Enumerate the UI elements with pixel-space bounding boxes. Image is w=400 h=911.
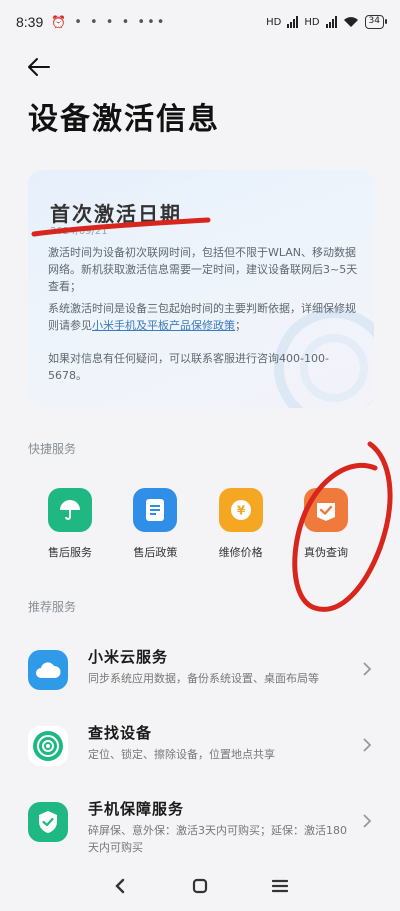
activation-info-card: 首次激活日期 2024/09/21 激活时间为设备初次联网时间，包括但不限于WL…	[28, 170, 374, 408]
after-sales-policy-button[interactable]: 售后政策	[125, 488, 185, 568]
svg-text:¥: ¥	[236, 504, 245, 518]
status-time: 8:39	[16, 14, 44, 30]
signal-icon-2	[325, 16, 337, 28]
list-item-desc: 定位、锁定、擦除设备，位置地点共享	[88, 748, 275, 761]
alarm-icon: ⏰	[51, 15, 67, 29]
document-icon	[133, 488, 178, 532]
network-label-1: HD	[266, 16, 282, 28]
quick-services-label: 快捷服务	[28, 442, 77, 456]
find-device-item[interactable]: 查找设备 定位、锁定、擦除设备，位置地点共享	[0, 716, 400, 784]
battery-icon: 34	[364, 15, 388, 29]
activation-note-3: 如果对信息有任何疑问，可以联系客服进行咨询400-100-5678。	[48, 352, 329, 382]
status-left: 8:39 ⏰ • • • • •••	[16, 14, 166, 30]
chevron-right-icon	[363, 738, 372, 752]
notification-dots: • • • • •••	[74, 14, 167, 30]
nav-home-button[interactable]	[188, 874, 212, 898]
phone-protection-service-item[interactable]: 手机保障服务 碎屏保、意外保：激活3天内可购买；延保：激活180天内可购买	[0, 792, 400, 860]
wifi-icon	[343, 17, 358, 27]
recommended-services-list: 小米云服务 同步系统应用数据，备份系统设置、桌面布局等 查找设备 定位、锁定、擦…	[0, 640, 400, 868]
repair-price-button[interactable]: ¥ 维修价格	[211, 488, 271, 568]
yen-coin-icon: ¥	[218, 488, 263, 532]
activation-note-1: 激活时间为设备初次联网时间，包括但不限于WLAN、移动数据网络。新机获取激活信息…	[48, 246, 358, 293]
authenticity-check-button[interactable]: 真伪查询	[296, 488, 356, 568]
signal-icon	[287, 16, 299, 28]
quick-services-grid: 售后服务 售后政策 ¥ 维修价格 真伪查询	[20, 488, 376, 568]
back-icon	[115, 878, 125, 894]
nav-menu-button[interactable]	[268, 874, 292, 898]
cloud-icon	[28, 650, 68, 690]
chevron-right-icon	[363, 814, 372, 828]
quick-item-label: 维修价格	[218, 546, 263, 559]
status-bar: 8:39 ⏰ • • • • ••• HD HD 34	[0, 0, 400, 44]
activation-date: 2024/09/21	[50, 226, 108, 237]
back-arrow-icon	[28, 58, 50, 76]
back-button[interactable]	[24, 52, 54, 82]
quick-item-label: 真伪查询	[303, 546, 348, 559]
activation-note-2: 系统激活时间是设备三包起始时间的主要判断依据，详细保修规则请参见小米手机及平板产…	[48, 300, 358, 334]
menu-icon	[272, 879, 288, 893]
umbrella-icon	[48, 488, 92, 532]
list-item-desc: 同步系统应用数据，备份系统设置、桌面布局等	[88, 672, 319, 685]
after-sales-service-button[interactable]: 售后服务	[40, 488, 100, 568]
recommended-services-label: 推荐服务	[28, 600, 77, 614]
network-label-2: HD	[304, 16, 320, 28]
list-item-title: 小米云服务	[88, 648, 169, 666]
xiaomi-cloud-service-item[interactable]: 小米云服务 同步系统应用数据，备份系统设置、桌面布局等	[0, 640, 400, 708]
list-item-title: 手机保障服务	[88, 800, 185, 818]
first-activation-title: 首次激活日期	[50, 202, 182, 226]
note-2-suffix: ；	[235, 319, 246, 332]
status-right: HD HD 34	[266, 15, 388, 29]
home-icon	[192, 878, 208, 894]
list-item-title: 查找设备	[88, 724, 153, 742]
nav-back-button[interactable]	[108, 874, 132, 898]
radar-icon	[28, 726, 68, 766]
shield-check-icon	[28, 802, 68, 842]
page-title: 设备激活信息	[28, 102, 220, 137]
system-nav-bar	[0, 861, 400, 911]
quick-item-label: 售后政策	[133, 546, 178, 559]
list-item-desc: 碎屏保、意外保：激活3天内可购买；延保：激活180天内可购买	[88, 824, 347, 854]
quick-item-label: 售后服务	[48, 546, 92, 559]
warranty-policy-link[interactable]: 小米手机及平板产品保修政策	[92, 319, 235, 332]
chevron-right-icon	[363, 662, 372, 676]
verify-badge-icon	[303, 488, 348, 532]
